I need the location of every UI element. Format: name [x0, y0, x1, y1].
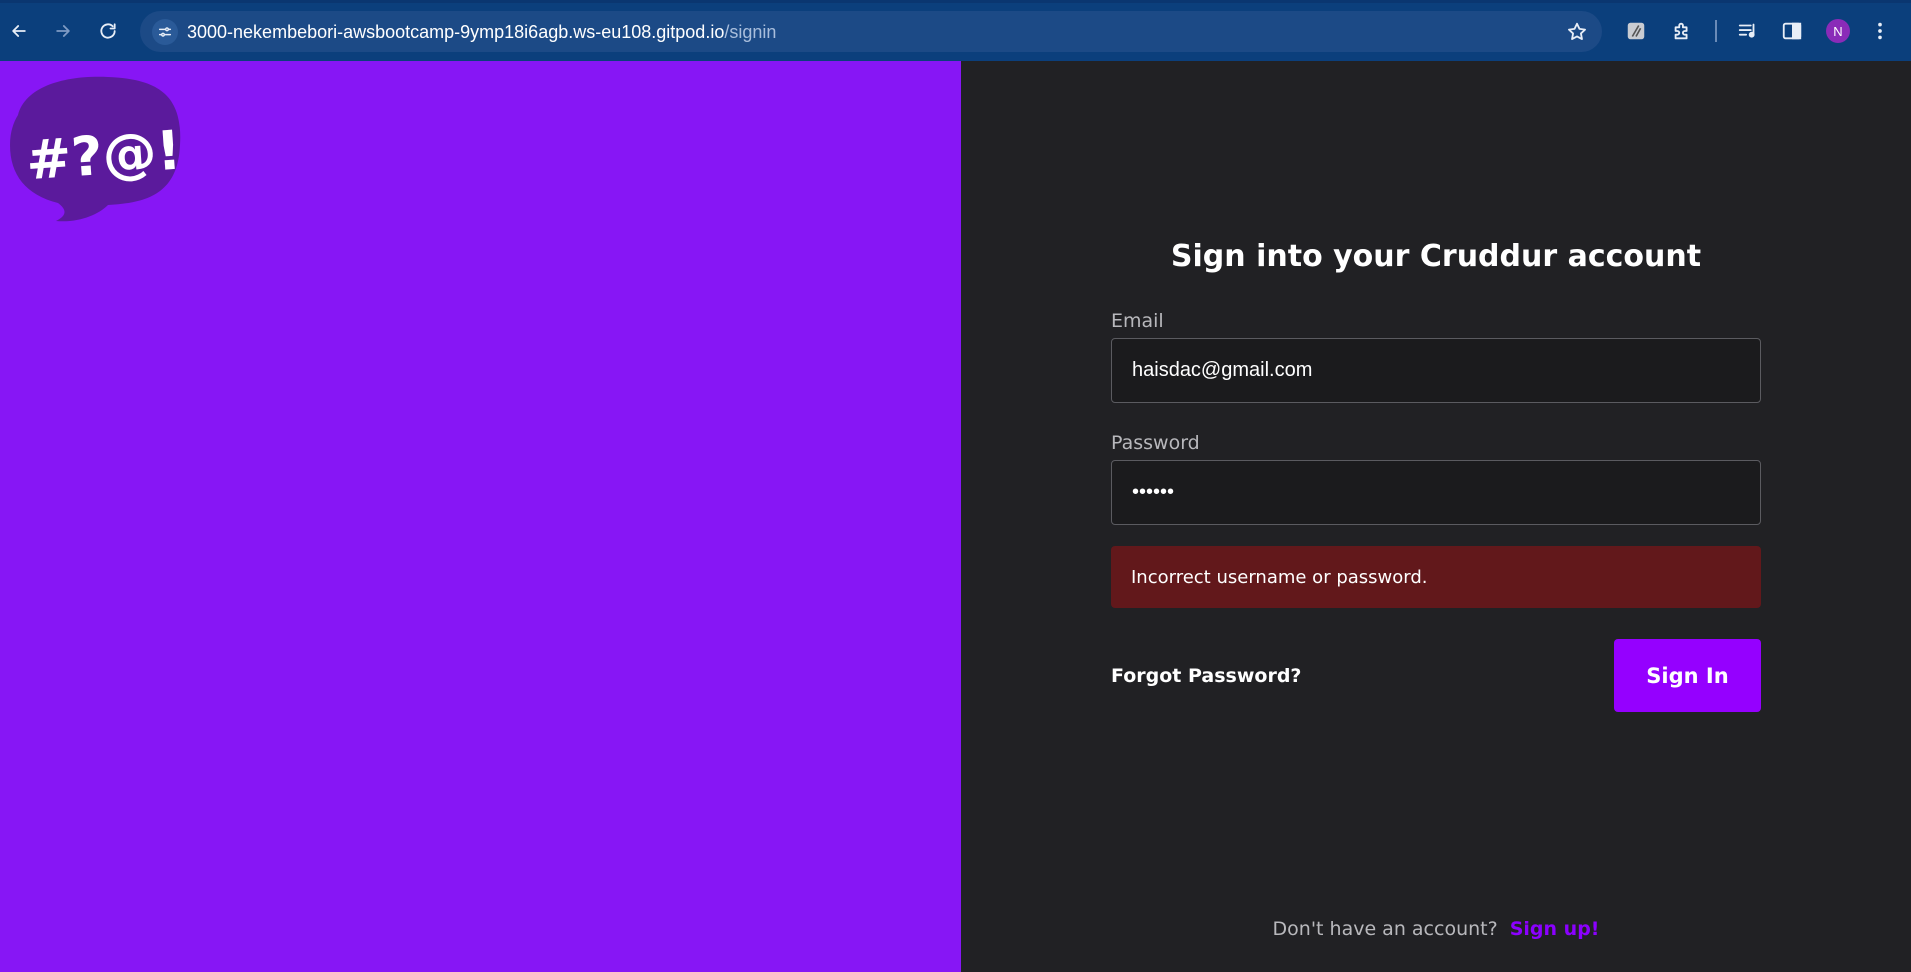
tune-icon [158, 27, 172, 37]
email-field[interactable] [1111, 338, 1761, 403]
forward-button[interactable] [48, 16, 78, 46]
browser-menu-button[interactable] [1868, 19, 1892, 43]
extension-app-button[interactable] [1624, 19, 1648, 43]
kebab-menu-icon [1878, 22, 1882, 40]
signup-prompt: Don't have an account? Sign up! [961, 918, 1911, 940]
browser-toolbar: 3000-nekembebori-awsbootcamp-9ymp18i6agb… [0, 0, 1911, 61]
url-host: 3000-nekembebori-awsbootcamp-9ymp18i6agb… [187, 22, 725, 42]
tab-strip-edge [0, 0, 1911, 3]
arrow-right-icon [56, 25, 70, 37]
puzzle-icon [1674, 22, 1688, 40]
password-label: Password [1111, 432, 1200, 454]
signup-link[interactable]: Sign up! [1510, 918, 1600, 940]
profile-avatar[interactable]: N [1826, 19, 1850, 43]
svg-text:#?@!: #?@! [24, 119, 183, 193]
sign-in-button[interactable]: Sign In [1614, 639, 1761, 712]
signup-prompt-text: Don't have an account? [1272, 918, 1498, 940]
extensions-button[interactable] [1670, 19, 1694, 43]
side-panel-icon [1782, 22, 1802, 40]
error-message: Incorrect username or password. [1111, 546, 1761, 608]
media-queue-icon [1738, 23, 1755, 38]
reload-button[interactable] [93, 16, 123, 46]
signin-panel: Sign into your Cruddur account Email Pas… [961, 61, 1911, 972]
reload-icon [100, 23, 116, 39]
address-bar[interactable]: 3000-nekembebori-awsbootcamp-9ymp18i6agb… [140, 11, 1602, 52]
cruddur-logo: #?@! [10, 76, 183, 222]
url-path: /signin [724, 22, 777, 42]
bookmark-button[interactable] [1566, 21, 1588, 43]
star-icon [1568, 22, 1586, 40]
brand-panel: #?@! [0, 61, 961, 972]
site-info-button[interactable] [152, 19, 178, 45]
arrow-left-icon [12, 25, 26, 37]
page-title: Sign into your Cruddur account [1170, 239, 1702, 274]
media-queue-button[interactable] [1736, 19, 1760, 43]
back-button[interactable] [4, 16, 34, 46]
forgot-password-link[interactable]: Forgot Password? [1111, 665, 1301, 687]
url-text[interactable]: 3000-nekembebori-awsbootcamp-9ymp18i6agb… [187, 22, 776, 43]
toolbar-divider [1715, 20, 1717, 42]
side-panel-button[interactable] [1780, 19, 1804, 43]
password-field[interactable] [1111, 460, 1761, 525]
email-label: Email [1111, 310, 1164, 332]
extension-app-icon [1627, 22, 1645, 40]
